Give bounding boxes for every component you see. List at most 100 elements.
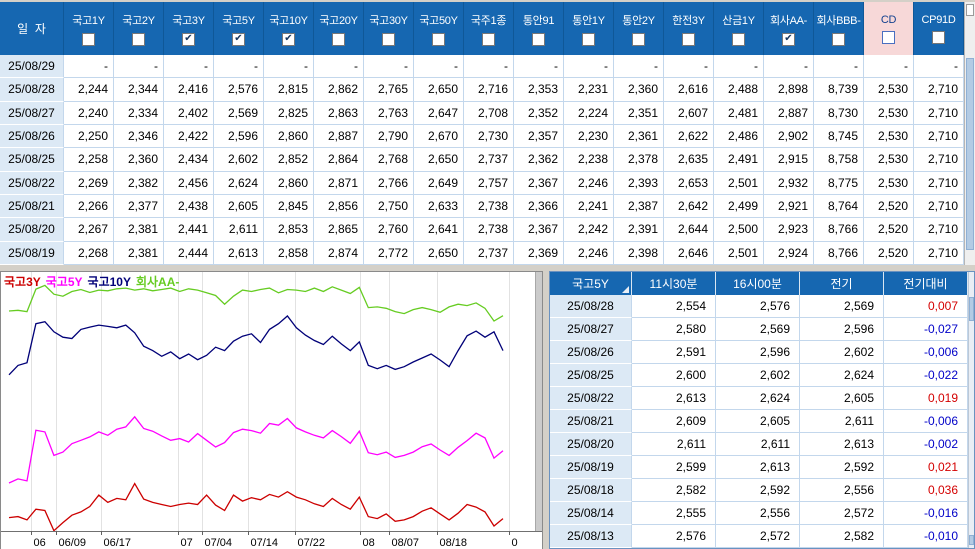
column-checkbox[interactable] bbox=[482, 32, 495, 46]
value-cell: 2,864 bbox=[314, 148, 364, 172]
value-cell: 2,865 bbox=[314, 218, 364, 242]
detail-table-scrollbar[interactable] bbox=[968, 272, 974, 548]
column-header[interactable]: 회사BBB- bbox=[814, 2, 864, 55]
detail-scrollbar-thumb[interactable] bbox=[969, 297, 974, 321]
table-row[interactable]: 25/08/19 2,268 2,381 2,444 2,613 2,858 2,874 2,… bbox=[0, 241, 964, 265]
value-cell: 2,624 bbox=[214, 171, 264, 195]
column-checkbox[interactable] bbox=[82, 32, 95, 46]
value-cell: 8,739 bbox=[814, 78, 864, 102]
value-cell: 2,616 bbox=[664, 78, 714, 102]
x-axis-label: 06 bbox=[34, 537, 46, 548]
column-checkbox[interactable] bbox=[582, 32, 595, 46]
column-header[interactable]: 국고10Y ✔ bbox=[264, 2, 314, 55]
column-header[interactable]: 국고30Y bbox=[364, 2, 414, 55]
detail-scrollbar-thumb-lower[interactable] bbox=[969, 535, 974, 545]
table-row[interactable]: 25/08/18 2,582 2,592 2,556 0,036 bbox=[550, 479, 968, 502]
table-row[interactable]: 25/08/22 2,269 2,382 2,456 2,624 2,860 2,871 2,… bbox=[0, 171, 964, 195]
value-cell: 2,242 bbox=[564, 218, 614, 242]
column-header[interactable]: 국고1Y bbox=[64, 2, 114, 55]
column-checkbox[interactable] bbox=[832, 32, 845, 46]
column-header[interactable]: CD bbox=[864, 2, 914, 55]
table-row[interactable]: 25/08/28 2,554 2,576 2,569 0,007 bbox=[550, 295, 968, 318]
table-row[interactable]: 25/08/28 2,244 2,344 2,416 2,576 2,815 2,862 2,… bbox=[0, 78, 964, 102]
value-cell: 2,240 bbox=[64, 101, 114, 125]
column-checkbox[interactable] bbox=[132, 32, 145, 46]
column-header[interactable]: 회사AA- ✔ bbox=[764, 2, 814, 55]
column-header[interactable]: 통안2Y bbox=[614, 2, 664, 55]
column-header[interactable]: 통안91 bbox=[514, 2, 564, 55]
table-row[interactable]: 25/08/13 2,576 2,572 2,582 -0,010 bbox=[550, 525, 968, 548]
column-checkbox[interactable] bbox=[432, 32, 445, 46]
column-checkbox[interactable] bbox=[732, 32, 745, 46]
value-cell: 2,582 bbox=[800, 525, 884, 548]
value-cell: 8,775 bbox=[814, 171, 864, 195]
table-row[interactable]: 25/08/29- - - - - - - - - - - - - - - - - - bbox=[0, 55, 964, 79]
series-line bbox=[8, 482, 504, 531]
table-row[interactable]: 25/08/20 2,611 2,611 2,613 -0,002 bbox=[550, 433, 968, 456]
column-header[interactable]: 국고50Y bbox=[414, 2, 464, 55]
column-header[interactable]: 국고2Y bbox=[114, 2, 164, 55]
column-checkbox[interactable] bbox=[332, 32, 345, 46]
detail-column-header[interactable]: 전기 bbox=[800, 272, 884, 295]
column-checkbox[interactable] bbox=[632, 32, 645, 46]
value-cell: 2,501 bbox=[714, 171, 764, 195]
top-table-scrollbar[interactable] bbox=[964, 2, 975, 265]
value-cell: 2,874 bbox=[314, 241, 364, 265]
column-header[interactable]: 산금1Y bbox=[714, 2, 764, 55]
column-header[interactable]: 한전3Y bbox=[664, 2, 714, 55]
scroll-up-button[interactable] bbox=[966, 4, 974, 16]
column-checkbox[interactable] bbox=[932, 30, 945, 44]
value-cell: 2,852 bbox=[264, 148, 314, 172]
value-cell: 2,915 bbox=[764, 148, 814, 172]
value-cell: 2,605 bbox=[214, 194, 264, 219]
column-checkbox[interactable] bbox=[682, 32, 695, 46]
value-cell: 2,641 bbox=[414, 218, 464, 242]
table-row[interactable]: 25/08/26 2,591 2,596 2,602 -0,006 bbox=[550, 341, 968, 364]
table-row[interactable]: 25/08/25 2,258 2,360 2,434 2,602 2,852 2,864 2,… bbox=[0, 148, 964, 172]
table-row[interactable]: 25/08/26 2,250 2,346 2,422 2,596 2,860 2,887 2,… bbox=[0, 124, 964, 149]
value-cell: 2,486 bbox=[714, 124, 764, 149]
column-label: 국고10Y bbox=[269, 14, 308, 27]
detail-column-header[interactable]: 전기대비 bbox=[884, 272, 968, 295]
value-cell: 2,250 bbox=[64, 124, 114, 149]
value-cell: 2,670 bbox=[414, 124, 464, 149]
column-checkbox[interactable] bbox=[882, 30, 895, 44]
value-cell: 2,488 bbox=[714, 78, 764, 102]
value-cell: 2,500 bbox=[714, 218, 764, 242]
detail-column-header[interactable]: 16시00분 bbox=[716, 272, 800, 295]
column-header[interactable]: 국고5Y ✔ bbox=[214, 2, 264, 55]
value-cell: 2,353 bbox=[514, 78, 564, 102]
table-row[interactable]: 25/08/14 2,555 2,556 2,572 -0,016 bbox=[550, 502, 968, 525]
column-checkbox[interactable]: ✔ bbox=[782, 32, 795, 46]
table-row[interactable]: 25/08/22 2,613 2,624 2,605 0,019 bbox=[550, 387, 968, 410]
column-header[interactable]: 국고20Y bbox=[314, 2, 364, 55]
column-header[interactable]: 국주1종 bbox=[464, 2, 514, 55]
value-cell: 2,422 bbox=[164, 124, 214, 149]
column-checkbox[interactable] bbox=[532, 32, 545, 46]
table-row[interactable]: 25/08/21 2,609 2,605 2,611 -0,006 bbox=[550, 410, 968, 433]
table-row[interactable]: 25/08/27 2,240 2,334 2,402 2,569 2,825 2,863 2,… bbox=[0, 101, 964, 125]
x-axis-label: 07/14 bbox=[251, 537, 279, 548]
table-row[interactable]: 25/08/21 2,266 2,377 2,438 2,605 2,845 2,856 2,… bbox=[0, 194, 964, 219]
column-header[interactable]: 통안1Y bbox=[564, 2, 614, 55]
column-checkbox[interactable]: ✔ bbox=[182, 32, 195, 46]
date-cell: 25/08/25 bbox=[550, 364, 632, 387]
value-cell: 2,602 bbox=[214, 148, 264, 172]
detail-column-header[interactable]: 11시30분 bbox=[632, 272, 716, 295]
value-cell: 2,730 bbox=[464, 124, 514, 149]
column-label: 한전3Y bbox=[672, 14, 705, 27]
column-header[interactable]: 국고3Y ✔ bbox=[164, 2, 214, 55]
table-row[interactable]: 25/08/20 2,267 2,381 2,441 2,611 2,853 2,865 2,… bbox=[0, 218, 964, 242]
column-checkbox[interactable] bbox=[382, 32, 395, 46]
table-row[interactable]: 25/08/27 2,580 2,569 2,596 -0,027 bbox=[550, 318, 968, 341]
detail-column-header[interactable]: 국고5Y bbox=[550, 272, 632, 295]
value-cell: 2,572 bbox=[716, 525, 800, 548]
table-row[interactable]: 25/08/19 2,599 2,613 2,592 0,021 bbox=[550, 456, 968, 479]
column-header[interactable]: CP91D bbox=[914, 2, 964, 55]
column-checkbox[interactable]: ✔ bbox=[232, 32, 245, 46]
column-checkbox[interactable]: ✔ bbox=[282, 32, 295, 46]
date-column-header[interactable]: 일 자 bbox=[0, 2, 64, 55]
x-axis-label: 08/07 bbox=[392, 537, 420, 548]
top-scrollbar-thumb[interactable] bbox=[966, 58, 974, 250]
table-row[interactable]: 25/08/25 2,600 2,602 2,624 -0,022 bbox=[550, 364, 968, 387]
